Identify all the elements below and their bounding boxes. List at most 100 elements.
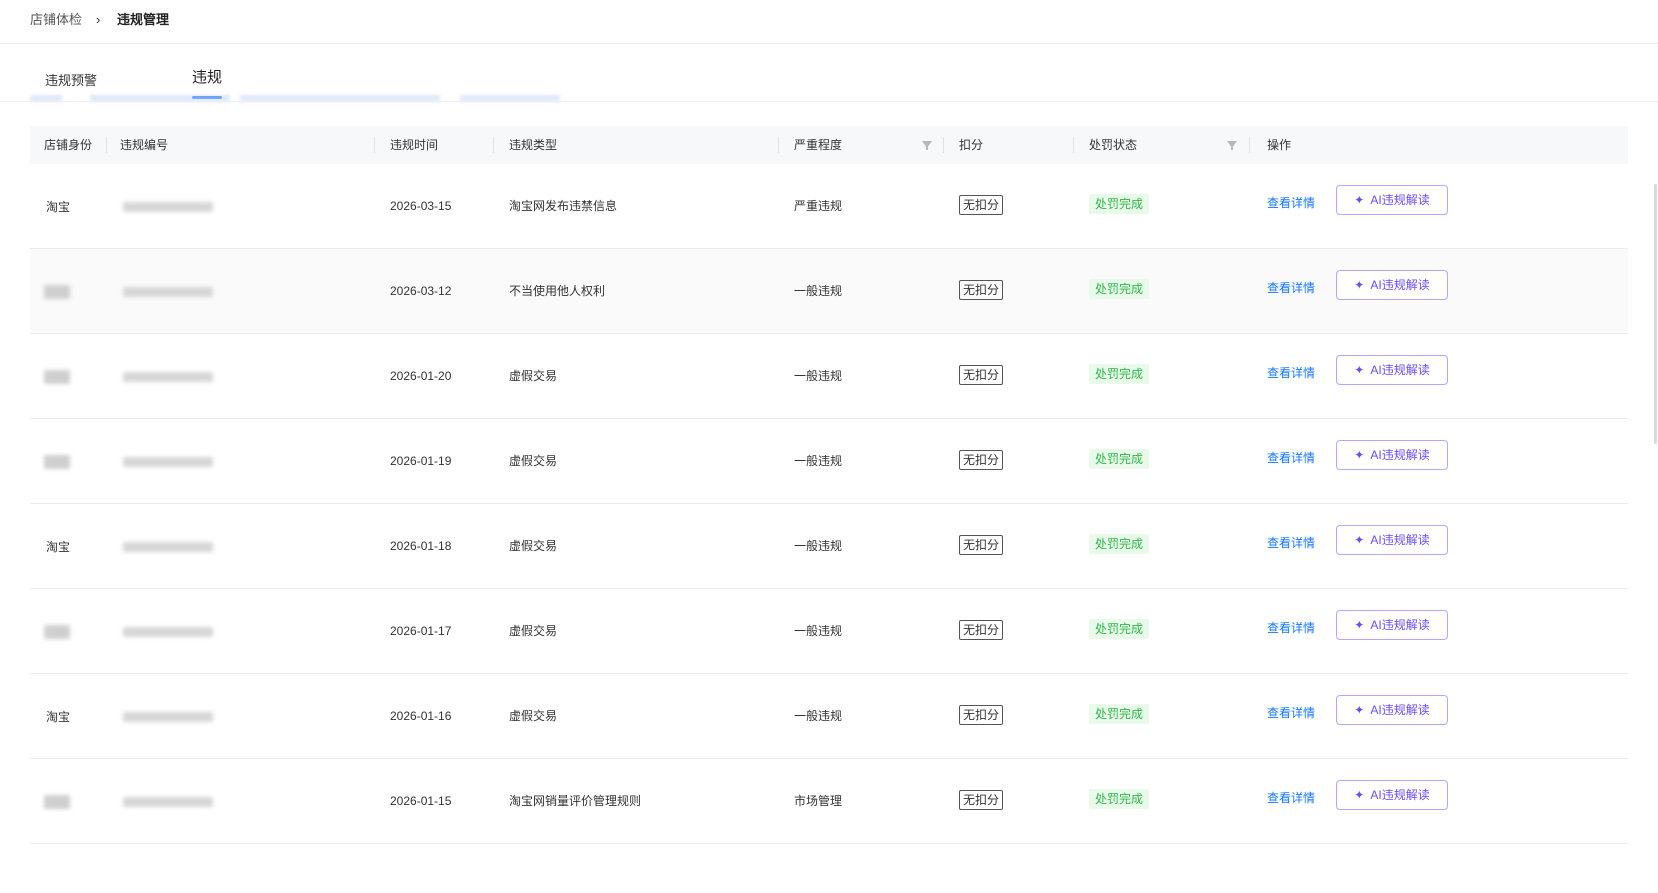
ai-explain-button[interactable]: ✦ AI违规解读 bbox=[1336, 440, 1448, 470]
sparkle-icon: ✦ bbox=[1354, 533, 1365, 547]
violation-type: 虚假交易 bbox=[509, 624, 558, 638]
view-details-link[interactable]: 查看详情 bbox=[1267, 535, 1315, 551]
sparkle-icon: ✦ bbox=[1354, 193, 1365, 207]
ai-explain-button[interactable]: ✦ AI违规解读 bbox=[1336, 355, 1448, 385]
breadcrumb-item-current: 违规管理 bbox=[117, 12, 170, 27]
violation-time: 2026-01-18 bbox=[390, 539, 452, 553]
view-details-link[interactable]: 查看详情 bbox=[1267, 705, 1315, 721]
tabs-divider bbox=[0, 101, 1658, 102]
violation-time: 2026-01-15 bbox=[390, 794, 452, 808]
table-row: 2026-03-12 不当使用他人权利 一般违规 无扣分 处罚完成 查看详情 ✦… bbox=[30, 249, 1628, 334]
violation-table: 店铺身份 违规编号 违规时间 违规类型 严重程度 扣分 处罚状态 操作 淘宝 2… bbox=[30, 126, 1628, 844]
ai-explain-label: AI违规解读 bbox=[1370, 703, 1430, 717]
score-badge: 无扣分 bbox=[959, 450, 1004, 470]
violation-type: 虚假交易 bbox=[509, 709, 558, 723]
severity: 严重违规 bbox=[794, 199, 843, 213]
shop-identity: 淘宝 bbox=[46, 540, 71, 554]
shop-identity-redacted bbox=[44, 370, 70, 384]
ai-explain-button[interactable]: ✦ AI违规解读 bbox=[1336, 525, 1448, 555]
violation-type: 淘宝网发布违禁信息 bbox=[509, 199, 618, 213]
column-divider bbox=[493, 137, 494, 153]
score-badge: 无扣分 bbox=[959, 620, 1004, 640]
ai-explain-button[interactable]: ✦ AI违规解读 bbox=[1336, 270, 1448, 300]
status-badge: 处罚完成 bbox=[1089, 704, 1150, 724]
column-header-status: 处罚状态 bbox=[1089, 138, 1138, 152]
table-row: 2026-01-15 淘宝网销量评价管理规则 市场管理 无扣分 处罚完成 查看详… bbox=[30, 759, 1628, 844]
severity: 一般违规 bbox=[794, 624, 843, 638]
column-divider bbox=[374, 137, 375, 153]
violation-id-redacted bbox=[123, 287, 213, 297]
ai-explain-button[interactable]: ✦ AI违规解读 bbox=[1336, 610, 1448, 640]
ai-explain-label: AI违规解读 bbox=[1370, 363, 1430, 377]
column-divider bbox=[1249, 137, 1250, 153]
column-header-score: 扣分 bbox=[959, 138, 984, 152]
ai-explain-label: AI违规解读 bbox=[1370, 533, 1430, 547]
table-row: 2026-01-19 虚假交易 一般违规 无扣分 处罚完成 查看详情 ✦ AI违规… bbox=[30, 419, 1628, 504]
shop-identity-redacted bbox=[44, 795, 70, 809]
sparkle-icon: ✦ bbox=[1354, 278, 1365, 292]
filter-icon[interactable] bbox=[1227, 141, 1237, 150]
column-divider bbox=[943, 137, 944, 153]
ai-explain-label: AI违规解读 bbox=[1370, 193, 1430, 207]
violation-time: 2026-03-12 bbox=[390, 284, 452, 298]
table-row: 2026-01-20 虚假交易 一般违规 无扣分 处罚完成 查看详情 ✦ AI违规… bbox=[30, 334, 1628, 419]
ai-explain-button[interactable]: ✦ AI违规解读 bbox=[1336, 185, 1448, 215]
violation-time: 2026-03-15 bbox=[390, 199, 452, 213]
column-header-type: 违规类型 bbox=[509, 138, 558, 152]
page: 店铺体检 › 违规管理 违规预警 违规 店铺身份 违规编号 违规时间 违规类型 … bbox=[0, 0, 1658, 893]
shop-identity-redacted bbox=[44, 455, 70, 469]
violation-type: 淘宝网销量评价管理规则 bbox=[509, 794, 642, 808]
violation-id-redacted bbox=[123, 372, 213, 382]
column-header-time: 违规时间 bbox=[390, 138, 439, 152]
status-badge: 处罚完成 bbox=[1089, 364, 1150, 384]
violation-id-redacted bbox=[123, 797, 213, 807]
status-badge: 处罚完成 bbox=[1089, 279, 1150, 299]
severity: 市场管理 bbox=[794, 794, 843, 808]
view-details-link[interactable]: 查看详情 bbox=[1267, 280, 1315, 296]
view-details-link[interactable]: 查看详情 bbox=[1267, 620, 1315, 636]
column-divider bbox=[778, 137, 779, 153]
sparkle-icon: ✦ bbox=[1354, 788, 1365, 802]
table-header: 店铺身份 违规编号 违规时间 违规类型 严重程度 扣分 处罚状态 操作 bbox=[30, 126, 1628, 164]
shop-identity-redacted bbox=[44, 285, 70, 299]
table-row: 2026-01-17 虚假交易 一般违规 无扣分 处罚完成 查看详情 ✦ AI违规… bbox=[30, 589, 1628, 674]
sparkle-icon: ✦ bbox=[1354, 618, 1365, 632]
shop-identity: 淘宝 bbox=[46, 200, 71, 214]
column-divider bbox=[1073, 137, 1074, 153]
ai-explain-label: AI违规解读 bbox=[1370, 448, 1430, 462]
status-badge: 处罚完成 bbox=[1089, 789, 1150, 809]
score-badge: 无扣分 bbox=[959, 280, 1004, 300]
violation-time: 2026-01-17 bbox=[390, 624, 452, 638]
filter-icon[interactable] bbox=[922, 141, 932, 150]
violation-id-redacted bbox=[123, 542, 213, 552]
tab-violation[interactable]: 违规 bbox=[192, 69, 222, 87]
ai-explain-button[interactable]: ✦ AI违规解读 bbox=[1336, 780, 1448, 810]
table-row: 淘宝 2026-01-18 虚假交易 一般违规 无扣分 处罚完成 查看详情 ✦ A… bbox=[30, 504, 1628, 589]
column-divider bbox=[106, 137, 107, 153]
vertical-scrollbar[interactable] bbox=[1654, 184, 1657, 444]
view-details-link[interactable]: 查看详情 bbox=[1267, 790, 1315, 806]
tab-violation-warning[interactable]: 违规预警 bbox=[45, 72, 97, 90]
violation-time: 2026-01-19 bbox=[390, 454, 452, 468]
sparkle-icon: ✦ bbox=[1354, 703, 1365, 717]
view-details-link[interactable]: 查看详情 bbox=[1267, 450, 1315, 466]
view-details-link[interactable]: 查看详情 bbox=[1267, 195, 1315, 211]
table-row: 淘宝 2026-01-16 虚假交易 一般违规 无扣分 处罚完成 查看详情 ✦ A… bbox=[30, 674, 1628, 759]
view-details-link[interactable]: 查看详情 bbox=[1267, 365, 1315, 381]
violation-id-redacted bbox=[123, 457, 213, 467]
violation-id-redacted bbox=[123, 202, 213, 212]
severity: 一般违规 bbox=[794, 284, 843, 298]
score-badge: 无扣分 bbox=[959, 535, 1004, 555]
column-header-shop: 店铺身份 bbox=[44, 138, 93, 152]
violation-type: 虚假交易 bbox=[509, 369, 558, 383]
sparkle-icon: ✦ bbox=[1354, 363, 1365, 377]
score-badge: 无扣分 bbox=[959, 790, 1004, 810]
shop-identity-redacted bbox=[44, 625, 70, 639]
ai-explain-button[interactable]: ✦ AI违规解读 bbox=[1336, 695, 1448, 725]
status-badge: 处罚完成 bbox=[1089, 619, 1150, 639]
ai-explain-label: AI违规解读 bbox=[1370, 788, 1430, 802]
breadcrumb-item-parent[interactable]: 店铺体检 bbox=[30, 11, 82, 29]
severity: 一般违规 bbox=[794, 709, 843, 723]
violation-type: 不当使用他人权利 bbox=[509, 284, 606, 298]
status-badge: 处罚完成 bbox=[1089, 534, 1150, 554]
